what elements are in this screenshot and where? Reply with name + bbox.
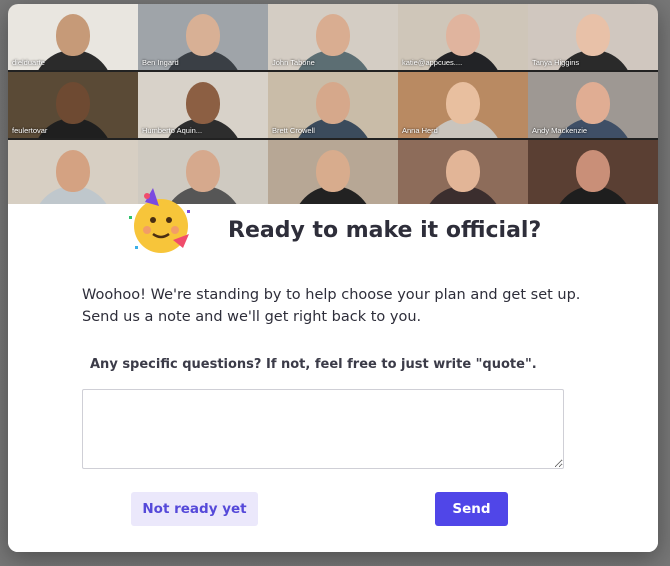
participant-face (56, 14, 90, 56)
participant-tile: dielduarte (8, 4, 138, 70)
participant-tile (398, 140, 528, 206)
participant-name: John Tabone (272, 58, 315, 67)
participant-tile: Brett Crowell (268, 72, 398, 138)
participant-name: katie@appcues.... (402, 58, 463, 67)
participant-tile: Anna Herd (398, 72, 528, 138)
participant-face (576, 14, 610, 56)
question-label: Any specific questions? If not, feel fre… (90, 357, 537, 372)
participant-name: Tanya Higgins (532, 58, 580, 67)
participant-face (186, 82, 220, 124)
participant-tile (268, 140, 398, 206)
participant-tile: katie@appcues.... (398, 4, 528, 70)
video-call-photo-grid: dielduarte Ben Ingard John Tabone katie@app… (8, 4, 658, 206)
participant-face (446, 14, 480, 56)
quote-modal: dielduarte Ben Ingard John Tabone katie@app… (8, 4, 658, 552)
participant-name: feulertovar (12, 126, 48, 135)
participant-face (316, 150, 350, 192)
participant-face (186, 14, 220, 56)
participant-tile (528, 140, 658, 206)
participant-tile: feulertovar (8, 72, 138, 138)
not-ready-button[interactable]: Not ready yet (131, 492, 258, 526)
participant-name: Ben Ingard (142, 58, 179, 67)
participant-name: Andy Mackenzie (532, 126, 588, 135)
participant-tile: Tanya Higgins (528, 4, 658, 70)
participant-name: dielduarte (12, 58, 45, 67)
send-button[interactable]: Send (435, 492, 508, 526)
participant-name: Humberto Aquin... (142, 126, 203, 135)
participant-face (576, 82, 610, 124)
participant-tile: Andy Mackenzie (528, 72, 658, 138)
participant-face (576, 150, 610, 192)
participant-face (316, 14, 350, 56)
participant-name: Anna Herd (402, 126, 438, 135)
modal-title: Ready to make it official? (228, 218, 542, 243)
modal-description: Woohoo! We're standing by to help choose… (82, 287, 581, 325)
participant-tile: Ben Ingard (138, 4, 268, 70)
participant-face (56, 82, 90, 124)
question-textarea[interactable] (82, 389, 564, 469)
participant-face (56, 150, 90, 192)
participant-tile (8, 140, 138, 206)
participant-face (446, 150, 480, 192)
participant-name: Brett Crowell (272, 126, 315, 135)
participant-face (446, 82, 480, 124)
participant-tile: John Tabone (268, 4, 398, 70)
modal-content (8, 204, 658, 552)
participant-face (316, 82, 350, 124)
participant-tile: Humberto Aquin... (138, 72, 268, 138)
party-face-icon (129, 188, 190, 253)
